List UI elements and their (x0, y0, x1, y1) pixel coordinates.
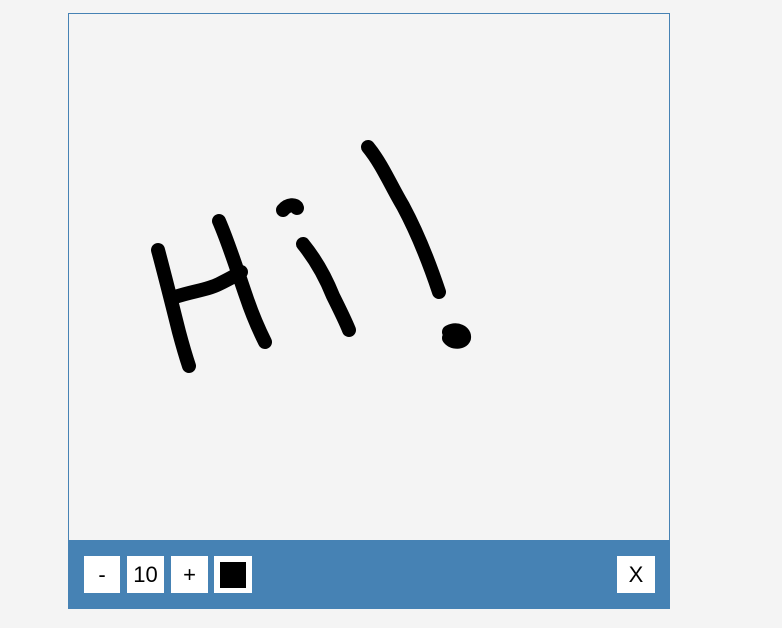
drawing-canvas[interactable] (68, 13, 670, 540)
stroke-i-stem (296, 237, 356, 337)
stroke-i-dot (276, 198, 304, 217)
drawing-toolbar: - 10 + X (68, 540, 670, 609)
decrease-size-button[interactable]: - (84, 556, 120, 593)
increase-size-button[interactable]: + (171, 556, 208, 593)
drawing-strokes (151, 140, 472, 373)
color-picker-button[interactable] (214, 556, 252, 593)
stroke-h-left (151, 243, 196, 373)
drawing-widget: - 10 + X (68, 13, 670, 609)
stroke-exclamation-dot (442, 323, 472, 349)
stroke-h-crossbar (168, 265, 248, 304)
close-button[interactable]: X (617, 556, 655, 593)
color-swatch-icon (220, 561, 246, 588)
stroke-exclamation-line (361, 140, 446, 299)
brush-size-display: 10 (127, 556, 164, 593)
